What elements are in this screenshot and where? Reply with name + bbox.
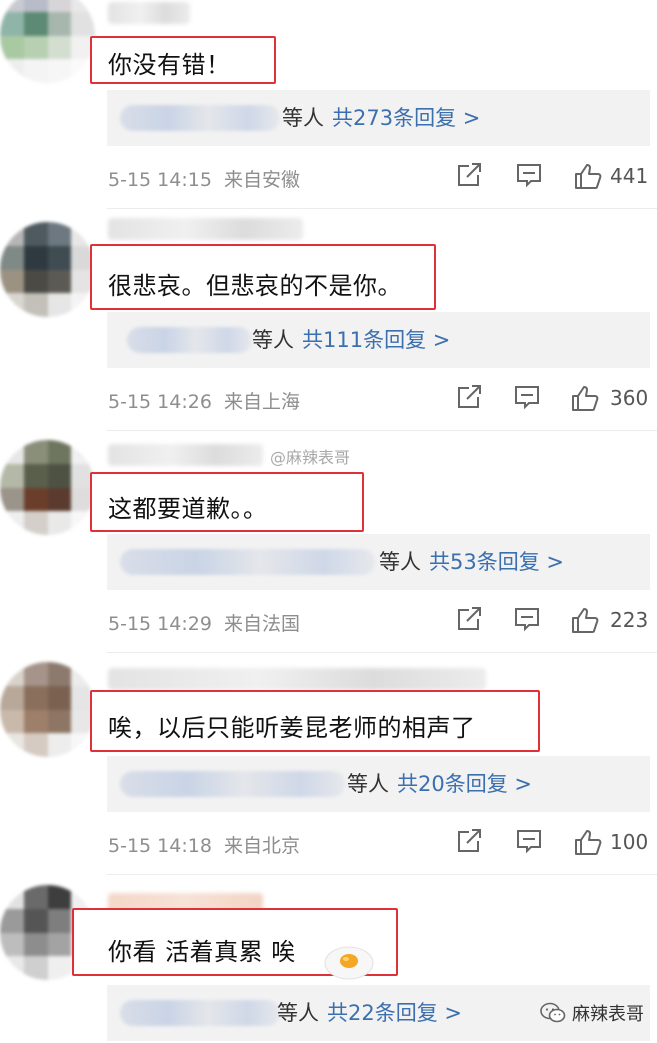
comment-time: 5-15 14:18 <box>108 835 212 857</box>
reply-etc-label: 等人 <box>347 772 389 796</box>
avatar[interactable] <box>0 222 95 317</box>
like-count: 360 <box>610 386 649 410</box>
share-icon[interactable] <box>455 828 483 854</box>
comment-text: 你看 活着真累 唉 <box>108 938 296 966</box>
reply-etc-label: 等人 <box>277 1001 319 1025</box>
reply-count-link[interactable]: 共111条回复 > <box>302 328 450 352</box>
divider <box>107 430 657 431</box>
divider <box>107 874 657 875</box>
comment-location: 来自北京 <box>223 835 300 857</box>
username-blurred[interactable] <box>108 668 486 690</box>
like-count: 100 <box>610 830 649 854</box>
weibo-watermark: @麻辣表哥 <box>270 448 351 467</box>
reply-summary[interactable]: 等人 共53条回复 > <box>107 534 650 590</box>
replier-names-blurred <box>120 1000 280 1026</box>
action-bar: 223 <box>455 606 655 636</box>
comment-time: 5-15 14:15 <box>108 169 212 191</box>
avatar[interactable] <box>0 662 95 757</box>
like-icon[interactable] <box>573 162 603 190</box>
like-icon[interactable] <box>573 828 603 856</box>
fried-egg-emoji-icon <box>324 946 374 980</box>
action-bar: 360 <box>455 384 655 414</box>
comment-location: 来自法国 <box>223 613 300 635</box>
wechat-watermark-text: 麻辣表哥 <box>572 1004 644 1025</box>
replier-names-blurred <box>120 105 280 131</box>
username-blurred[interactable] <box>108 444 263 466</box>
comment-icon[interactable] <box>515 162 543 188</box>
comment-icon[interactable] <box>515 828 543 854</box>
comment-text: 你没有错！ <box>108 51 231 79</box>
replier-names-blurred <box>120 771 345 797</box>
wechat-logo-icon <box>540 1002 566 1023</box>
wechat-watermark: 麻辣表哥 <box>540 1000 644 1026</box>
avatar[interactable] <box>0 0 95 83</box>
replier-names-blurred <box>120 549 375 575</box>
share-icon[interactable] <box>455 606 483 632</box>
comment-meta: 5-15 14:15 来自安徽 <box>108 165 300 192</box>
comment-icon[interactable] <box>513 606 541 632</box>
reply-count-link[interactable]: 共53条回复 > <box>429 550 564 574</box>
username-blurred[interactable] <box>108 218 303 240</box>
action-bar: 100 <box>455 828 655 858</box>
reply-count-link[interactable]: 共20条回复 > <box>397 772 532 796</box>
share-icon[interactable] <box>455 162 483 188</box>
divider <box>107 652 657 653</box>
comment-icon[interactable] <box>513 384 541 410</box>
comment-text: 唉，以后只能听姜昆老师的相声了 <box>108 714 476 742</box>
reply-summary[interactable]: 等人 共111条回复 > <box>107 312 650 368</box>
reply-etc-label: 等人 <box>379 550 421 574</box>
replier-names-blurred <box>127 327 252 353</box>
reply-etc-label: 等人 <box>282 106 324 130</box>
like-count: 441 <box>610 164 649 188</box>
share-icon[interactable] <box>455 384 483 410</box>
like-icon[interactable] <box>570 606 600 634</box>
comment-time: 5-15 14:29 <box>108 613 212 635</box>
comment-location: 来自安徽 <box>223 169 300 191</box>
like-icon[interactable] <box>570 384 600 412</box>
reply-count-link[interactable]: 共22条回复 > <box>327 1001 462 1025</box>
reply-summary[interactable]: 等人 共273条回复 > <box>107 90 650 146</box>
comment-meta: 5-15 14:18 来自北京 <box>108 831 300 858</box>
comment-meta: 5-15 14:29 来自法国 <box>108 609 300 636</box>
reply-count-link[interactable]: 共273条回复 > <box>332 106 480 130</box>
username-blurred[interactable] <box>108 2 190 24</box>
like-count: 223 <box>610 608 649 632</box>
divider <box>107 208 657 209</box>
comment-time: 5-15 14:26 <box>108 391 212 413</box>
avatar[interactable] <box>0 440 95 535</box>
action-bar: 441 <box>455 162 655 192</box>
reply-etc-label: 等人 <box>252 328 294 352</box>
comment-meta: 5-15 14:26 来自上海 <box>108 387 300 414</box>
comment-text: 很悲哀。但悲哀的不是你。 <box>108 272 402 300</box>
reply-summary[interactable]: 等人 共20条回复 > <box>107 756 650 812</box>
comment-text: 这都要道歉。。 <box>108 495 268 523</box>
comment-location: 来自上海 <box>223 391 300 413</box>
